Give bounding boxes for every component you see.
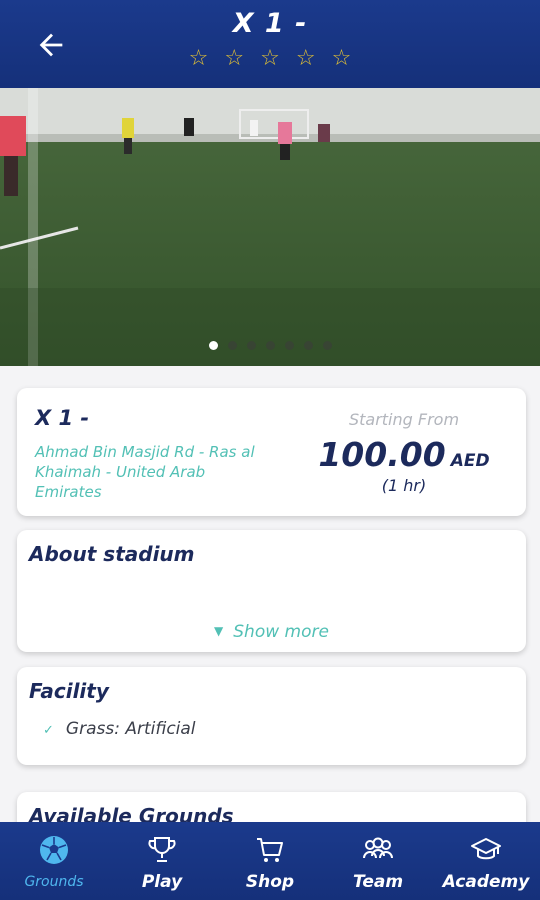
carousel-dot[interactable] <box>303 341 313 350</box>
nav-play[interactable]: Play <box>108 822 216 900</box>
bottom-navigation: Grounds Play Shop Team Academy <box>0 822 540 900</box>
nav-academy[interactable]: Academy <box>432 822 540 900</box>
stadium-address[interactable]: Ahmad Bin Masjid Rd - Ras al Khaimah - U… <box>35 442 265 502</box>
duration-label: (1 hr) <box>381 476 427 495</box>
star-icon: ☆ <box>260 46 280 71</box>
about-title: About stadium <box>29 542 195 566</box>
soccer-ball-icon <box>40 836 68 864</box>
carousel-dot[interactable] <box>246 341 256 350</box>
caret-down-icon: ▼ <box>214 624 224 638</box>
nav-label-play: Play <box>141 872 183 892</box>
nav-team[interactable]: Team <box>324 822 432 900</box>
show-more-button[interactable]: ▼ Show more <box>17 622 526 642</box>
currency-label: AED <box>450 451 490 471</box>
star-icon: ☆ <box>188 46 209 71</box>
price-value: 100.00 <box>318 435 446 474</box>
stadium-name: X 1 - <box>35 406 90 430</box>
price-row: 100.00 AED <box>304 435 504 474</box>
carousel-dots[interactable] <box>0 335 540 354</box>
check-icon: ✓ <box>43 723 54 738</box>
starting-from-label: Starting From <box>348 410 460 429</box>
carousel-dot[interactable] <box>265 341 275 350</box>
page-title: X 1 - <box>232 8 308 39</box>
facility-item: ✓ Grass: Artificial <box>43 719 196 739</box>
nav-label-team: Team <box>352 872 404 892</box>
trophy-icon <box>148 837 176 862</box>
about-card: About stadium ▼ Show more <box>17 530 526 652</box>
facility-card: Facility ✓ Grass: Artificial <box>17 667 526 765</box>
carousel-dot-active[interactable] <box>208 341 218 350</box>
nav-label-academy: Academy <box>442 872 530 892</box>
nav-label-grounds: Grounds <box>24 874 84 890</box>
rating-stars: ☆ ☆ ☆ ☆ ☆ <box>0 46 540 71</box>
facility-item-label: Grass: Artificial <box>65 719 196 739</box>
nav-label-shop: Shop <box>245 872 295 892</box>
graduation-cap-icon <box>471 838 501 860</box>
nav-shop[interactable]: Shop <box>216 822 324 900</box>
nav-grounds[interactable]: Grounds <box>0 822 108 900</box>
price-box: Starting From 100.00 AED (1 hr) <box>304 410 504 495</box>
carousel-dot[interactable] <box>284 341 294 350</box>
app-header: X 1 - ☆ ☆ ☆ ☆ ☆ <box>0 0 540 88</box>
cart-icon <box>257 838 283 862</box>
star-icon: ☆ <box>331 46 352 71</box>
team-icon <box>363 837 393 859</box>
carousel-dot[interactable] <box>322 341 332 350</box>
stadium-info-card: X 1 - Ahmad Bin Masjid Rd - Ras al Khaim… <box>17 388 526 516</box>
star-icon: ☆ <box>295 46 316 71</box>
facility-title: Facility <box>29 679 109 703</box>
carousel-dot[interactable] <box>227 341 237 350</box>
star-icon: ☆ <box>224 46 245 71</box>
pitch-image <box>0 88 540 366</box>
stadium-photo[interactable] <box>0 88 540 366</box>
show-more-label: Show more <box>233 622 329 642</box>
